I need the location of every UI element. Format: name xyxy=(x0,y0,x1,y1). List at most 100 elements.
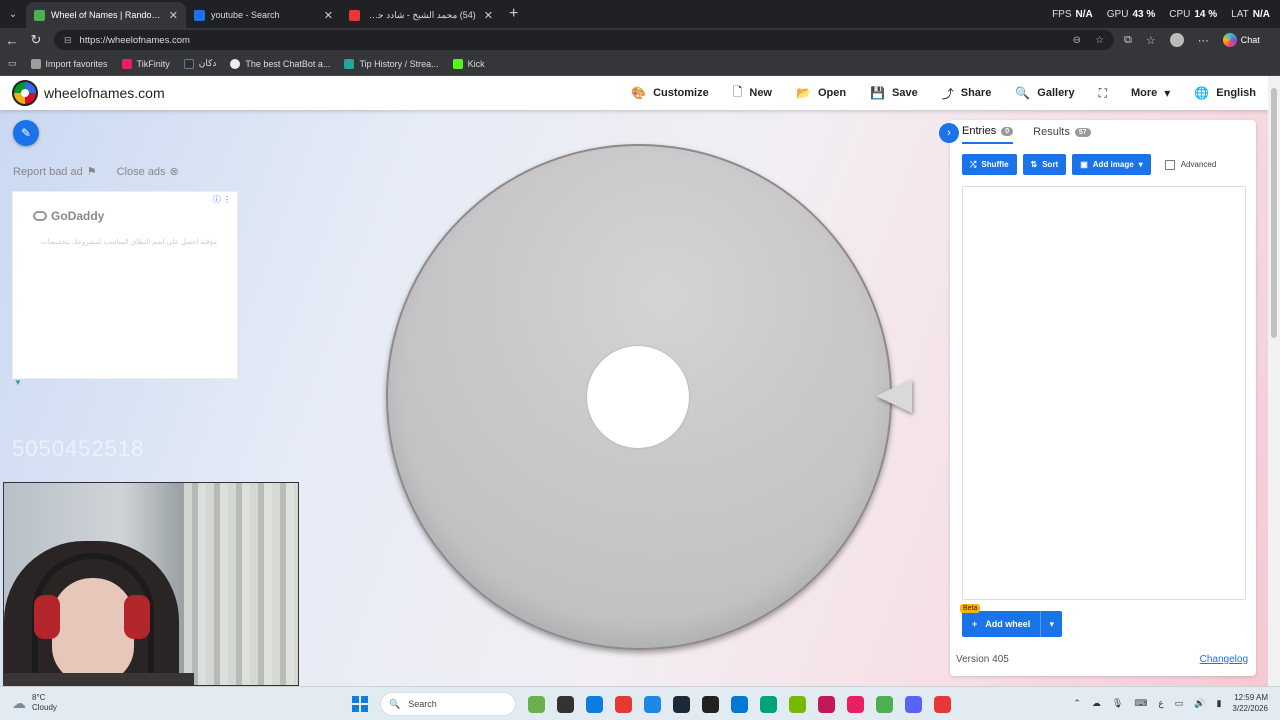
microphone-icon[interactable]: 🎙 xyxy=(1112,698,1123,709)
new-button[interactable]: 🗋 New xyxy=(733,83,772,104)
browser-tab-wheelofnames[interactable]: Wheel of Names | Random name p ✕ xyxy=(26,2,186,28)
tab-list-button[interactable]: ⌄ xyxy=(0,0,26,28)
taskbar-app-icon[interactable] xyxy=(731,695,748,713)
overlay-ghost-text: 5050452518 xyxy=(12,436,145,461)
favorites-icon[interactable]: ☆ xyxy=(1146,34,1156,47)
more-options-icon[interactable]: ⋯ xyxy=(1198,34,1209,47)
fullscreen-button[interactable]: ⛶ xyxy=(1099,86,1107,101)
bookmark-kick[interactable]: Kick xyxy=(452,58,485,69)
advanced-checkbox[interactable] xyxy=(1164,159,1175,170)
taskbar-app-icon[interactable] xyxy=(789,695,806,713)
new-tab-button[interactable]: + xyxy=(509,5,518,23)
chevron-up-icon[interactable]: ⌃ xyxy=(1073,698,1081,709)
taskbar-app-icon[interactable] xyxy=(528,695,545,713)
performance-overlay: FPS N/A GPU 43 % CPU 14 % LAT N/A xyxy=(1052,0,1270,28)
taskbar-app-icon[interactable] xyxy=(818,695,835,713)
ad-body: مؤقتة احصل على اسم النطاق المناسب لمشروع… xyxy=(40,239,217,246)
sort-button[interactable]: ⇅ Sort xyxy=(1022,154,1067,175)
bookmark-dukan[interactable]: دكان xyxy=(183,58,216,69)
add-wheel-control: + Add wheel ▾ xyxy=(962,611,1063,637)
cloud-sync-icon[interactable]: ☁ xyxy=(1092,698,1101,709)
battery-icon[interactable]: ▮ xyxy=(1216,698,1221,709)
weather-widget[interactable]: ☁ 8°C Cloudy xyxy=(12,693,57,713)
sidebar-toggle-icon[interactable]: ▭ xyxy=(8,58,17,69)
close-ads-link[interactable]: Close ads ⊗ xyxy=(117,165,179,178)
browser-tab-youtube-search[interactable]: youtube - Search ✕ xyxy=(186,2,341,28)
share-button[interactable]: ⤴ Share xyxy=(942,85,992,102)
bookmark-import-favorites[interactable]: Import favorites xyxy=(30,58,108,69)
headset-earcup xyxy=(34,595,60,639)
bookmark-tikfinity[interactable]: TikFinity xyxy=(121,58,170,69)
wheel-center-hub[interactable] xyxy=(587,346,689,448)
taskbar-app-icon[interactable] xyxy=(847,695,864,713)
shuffle-button[interactable]: ⤮ Shuffle xyxy=(962,154,1017,175)
add-wheel-dropdown[interactable]: ▾ xyxy=(1040,611,1063,637)
reader-icon[interactable]: ⊖ xyxy=(1073,35,1081,46)
volume-icon[interactable]: 🔊 xyxy=(1194,698,1205,709)
wheel-logo-icon xyxy=(12,80,38,106)
copilot-label: Chat xyxy=(1240,35,1260,45)
open-button[interactable]: 📂 Open xyxy=(796,86,846,100)
more-menu[interactable]: More ▾ xyxy=(1131,86,1170,100)
chevron-down-icon: ▾ xyxy=(1164,86,1171,100)
ad-choices-icon[interactable]: ▼ xyxy=(14,378,22,387)
image-icon: ▣ xyxy=(1080,160,1088,169)
close-icon[interactable]: ✕ xyxy=(324,9,333,22)
globe-icon: 🌐 xyxy=(1194,86,1210,100)
site-logo[interactable]: wheelofnames.com xyxy=(12,80,165,106)
tab-entries[interactable]: Entries 0 xyxy=(962,120,1014,144)
address-bar[interactable]: ⊟ https://wheelofnames.com ⊖ ☆ xyxy=(54,30,1114,50)
browser-tab-youtube-video[interactable]: (54) محمد الشيخ - شادد حرامي - فيد ✕ xyxy=(341,2,501,28)
reload-icon[interactable]: ↻ xyxy=(24,32,48,48)
add-image-button[interactable]: ▣ Add image ▾ xyxy=(1072,154,1151,175)
site-info-icon[interactable]: ⊟ xyxy=(64,35,72,46)
entries-textarea[interactable] xyxy=(962,186,1246,600)
taskbar-search[interactable]: 🔍 Search xyxy=(380,692,516,716)
taskbar-app-icon[interactable] xyxy=(702,695,719,713)
keyboard-icon[interactable]: ⌨ xyxy=(1134,698,1147,709)
gallery-button[interactable]: 🔍 Gallery xyxy=(1015,86,1074,100)
taskbar-clock[interactable]: 12:59 AM 3/22/2026 xyxy=(1232,692,1268,714)
bookmark-tip-history[interactable]: Tip History / Strea... xyxy=(344,58,439,69)
close-icon[interactable]: ✕ xyxy=(169,9,178,22)
advertisement[interactable]: ⓘ ⋮ GoDaddy مؤقتة احصل على اسم النطاق ال… xyxy=(12,191,238,379)
taskbar-app-icon[interactable] xyxy=(557,695,574,713)
favorite-star-icon[interactable]: ☆ xyxy=(1095,35,1104,46)
windows-start-icon[interactable] xyxy=(352,696,368,712)
taskbar-app-icon[interactable] xyxy=(644,695,661,713)
changelog-link[interactable]: Changelog xyxy=(1200,654,1248,665)
system-tray: ⌃ ☁ 🎙 ⌨ ع ▭ 🔊 ▮ 12:59 AM 3/22/2026 xyxy=(1073,692,1268,714)
chevron-down-icon: ▾ xyxy=(1138,160,1143,169)
taskbar-app-icon[interactable] xyxy=(615,695,632,713)
flag-icon: ⚑ xyxy=(86,166,97,178)
wheel-pointer-icon xyxy=(876,379,912,413)
scrollbar-thumb[interactable] xyxy=(1271,88,1277,338)
extensions-icon[interactable]: ⧉ xyxy=(1124,34,1132,47)
taskbar-app-icon[interactable] xyxy=(673,695,690,713)
close-icon[interactable]: ✕ xyxy=(484,9,493,22)
browser-tab-strip: ⌄ Wheel of Names | Random name p ✕ youtu… xyxy=(0,0,1280,28)
language-menu[interactable]: 🌐 English xyxy=(1194,86,1256,100)
report-bad-ad-link[interactable]: Report bad ad ⚑ xyxy=(13,165,97,178)
search-favicon-icon xyxy=(194,9,205,21)
bookmark-chatbot[interactable]: The best ChatBot a... xyxy=(230,58,330,69)
add-wheel-button[interactable]: + Add wheel xyxy=(962,611,1041,637)
edit-wheel-button[interactable]: ✎ xyxy=(13,120,39,146)
profile-avatar[interactable] xyxy=(1169,33,1184,47)
taskbar-app-icon[interactable] xyxy=(876,695,893,713)
tab-results[interactable]: Results 57 xyxy=(1033,120,1091,144)
taskbar-app-icon[interactable] xyxy=(760,695,777,713)
ad-info-icon[interactable]: ⓘ ⋮ xyxy=(213,194,231,205)
wifi-icon[interactable]: ▭ xyxy=(1175,698,1184,709)
taskbar-apps: 🔍 Search xyxy=(352,691,951,717)
advanced-toggle[interactable]: Advanced xyxy=(1164,159,1216,170)
language-indicator-icon[interactable]: ع xyxy=(1158,698,1163,709)
taskbar-app-icon[interactable] xyxy=(586,695,603,713)
customize-button[interactable]: 🎨 Customize xyxy=(631,86,709,100)
taskbar-app-icon[interactable] xyxy=(905,695,922,713)
page-scrollbar[interactable] xyxy=(1268,76,1280,686)
taskbar-app-icon[interactable] xyxy=(934,695,951,713)
copilot-button[interactable]: Chat xyxy=(1222,33,1260,47)
back-arrow-icon[interactable]: ← xyxy=(0,33,24,48)
save-button[interactable]: 💾 Save xyxy=(870,86,918,100)
